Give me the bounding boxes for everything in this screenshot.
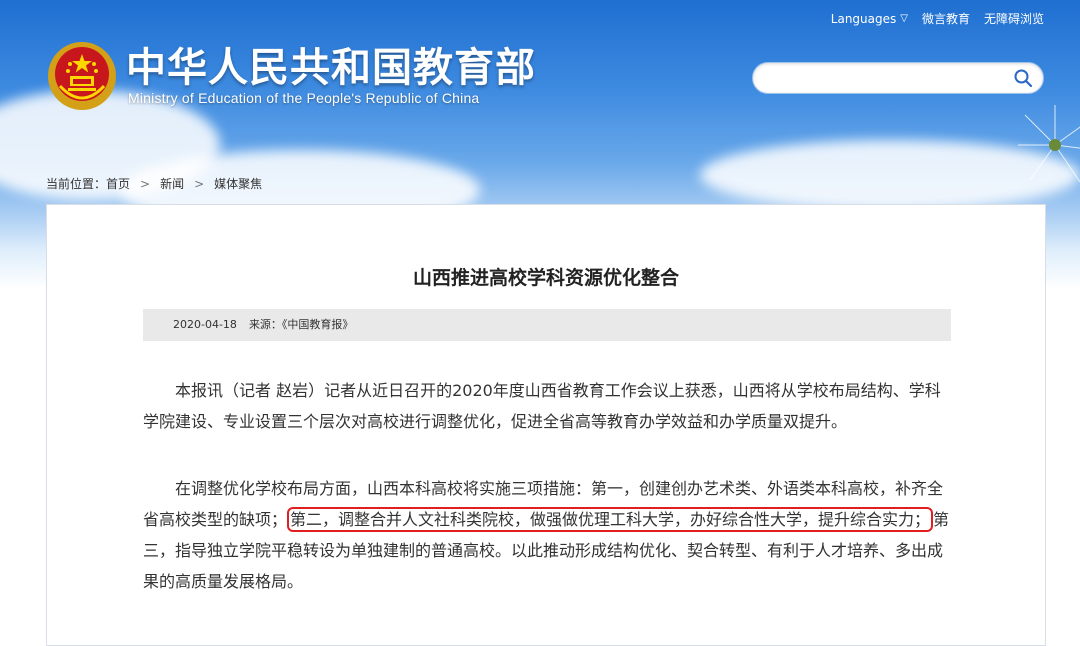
article-title: 山西推进高校学科资源优化整合 bbox=[412, 267, 679, 289]
article-source: 来源：《中国教育报》 bbox=[248, 318, 354, 331]
search-input[interactable] bbox=[765, 63, 1009, 93]
chevron-down-icon[interactable]: ▽ bbox=[900, 13, 908, 24]
languages-link[interactable]: Languages bbox=[831, 12, 896, 26]
site-title-en: Ministry of Education of the People's Re… bbox=[128, 90, 480, 106]
breadcrumb-separator: > bbox=[140, 177, 151, 191]
search-box[interactable] bbox=[752, 62, 1044, 94]
site-logo[interactable]: 中华人民共和国教育部 Ministry of Education of the … bbox=[46, 40, 536, 112]
site-title-cn: 中华人民共和国教育部 bbox=[126, 45, 536, 91]
breadcrumb-news[interactable]: 新闻 bbox=[160, 177, 184, 191]
search-icon[interactable] bbox=[1013, 68, 1033, 88]
breadcrumb-media-focus[interactable]: 媒体聚焦 bbox=[214, 177, 262, 191]
weiyan-link[interactable]: 微言教育 bbox=[922, 10, 970, 27]
breadcrumb: 当前位置：首页 > 新闻 > 媒体聚焦 bbox=[46, 175, 262, 192]
top-links: Languages ▽ 微言教育 无障碍浏览 bbox=[831, 10, 1044, 27]
accessibility-link[interactable]: 无障碍浏览 bbox=[984, 10, 1044, 27]
breadcrumb-prefix: 当前位置： bbox=[46, 177, 107, 191]
breadcrumb-home[interactable]: 首页 bbox=[106, 177, 130, 191]
article-paragraph: 本报讯（记者 赵岩）记者从近日召开的2020年度山西省教育工作会议上获悉，山西将… bbox=[143, 381, 941, 431]
article-meta: 2020-04-18 来源：《中国教育报》 bbox=[143, 309, 951, 341]
dandelion-decoration bbox=[1018, 105, 1080, 183]
article-date: 2020-04-18 bbox=[173, 318, 237, 331]
article-paragraph: 在调整优化学校布局方面，山西本科高校将实施三项措施：第一，创建创办艺术类、外语类… bbox=[143, 473, 953, 597]
national-emblem-icon bbox=[48, 42, 116, 110]
highlighted-text: 第二，调整合并人文社科类院校，做强做优理工科大学，办好综合性大学，提升综合实力； bbox=[287, 507, 934, 532]
breadcrumb-separator: > bbox=[194, 177, 205, 191]
article-card: 山西推进高校学科资源优化整合 2020-04-18 来源：《中国教育报》 本报讯（… bbox=[46, 204, 1046, 646]
